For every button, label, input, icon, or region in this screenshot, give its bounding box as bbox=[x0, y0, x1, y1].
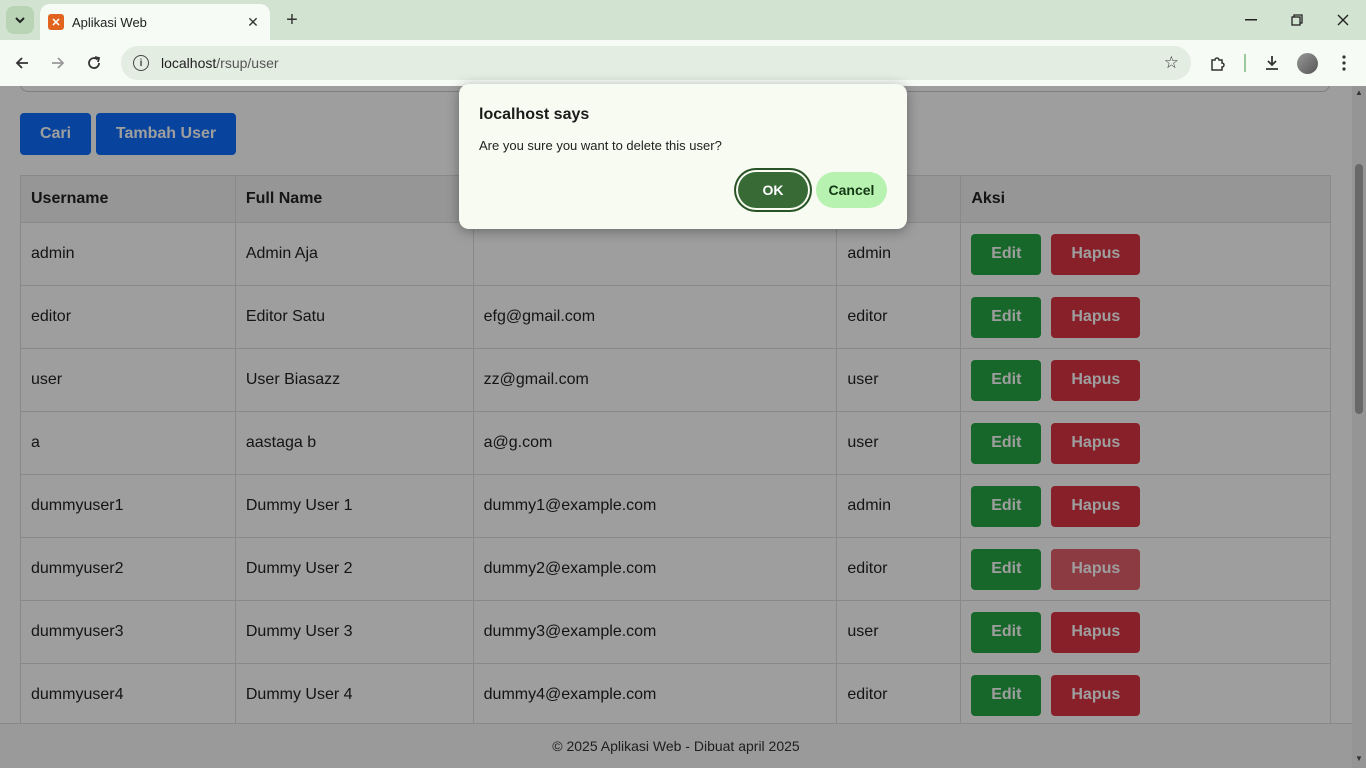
url-text: localhost/rsup/user bbox=[161, 55, 279, 71]
dialog-ok-button[interactable]: OK bbox=[738, 172, 808, 208]
restore-icon[interactable] bbox=[1274, 0, 1320, 40]
bookmark-star-icon[interactable]: ☆ bbox=[1164, 53, 1179, 73]
tab-search-chevron-down-icon[interactable] bbox=[6, 6, 34, 34]
minimize-icon[interactable] bbox=[1228, 0, 1274, 40]
new-tab-plus-icon[interactable]: + bbox=[280, 8, 304, 32]
close-window-icon[interactable] bbox=[1320, 0, 1366, 40]
download-icon[interactable] bbox=[1258, 49, 1286, 77]
profile-avatar[interactable] bbox=[1297, 53, 1318, 74]
kebab-menu-icon[interactable] bbox=[1330, 49, 1358, 77]
back-arrow-icon[interactable] bbox=[8, 49, 36, 77]
site-info-icon[interactable]: i bbox=[133, 55, 149, 71]
toolbar-divider bbox=[1244, 54, 1246, 72]
extensions-puzzle-icon[interactable] bbox=[1204, 49, 1232, 77]
tab-title: Aplikasi Web bbox=[72, 14, 147, 30]
xampp-favicon-icon: ✕ bbox=[48, 14, 64, 30]
dialog-message: Are you sure you want to delete this use… bbox=[479, 138, 722, 153]
tab-close-icon[interactable]: ✕ bbox=[244, 13, 262, 31]
browser-tab[interactable]: ✕ Aplikasi Web ✕ bbox=[40, 4, 270, 40]
confirm-dialog: localhost says Are you sure you want to … bbox=[459, 84, 907, 229]
forward-arrow-icon[interactable] bbox=[44, 49, 72, 77]
dialog-cancel-button[interactable]: Cancel bbox=[816, 172, 887, 208]
address-bar[interactable]: i localhost/rsup/user ☆ bbox=[121, 46, 1191, 80]
dialog-title: localhost says bbox=[479, 106, 590, 123]
browser-tab-bar: ✕ Aplikasi Web ✕ + bbox=[0, 0, 1366, 40]
browser-toolbar: i localhost/rsup/user ☆ bbox=[0, 40, 1366, 86]
reload-icon[interactable] bbox=[80, 49, 108, 77]
